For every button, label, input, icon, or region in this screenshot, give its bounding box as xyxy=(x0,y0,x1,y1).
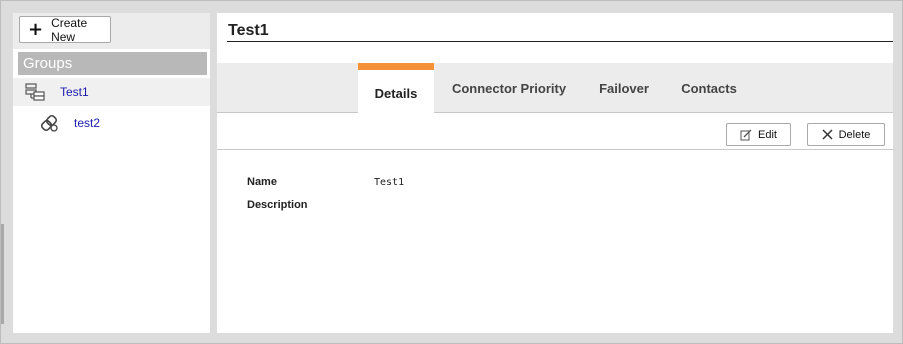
close-icon xyxy=(822,129,833,140)
page-title: Test1 xyxy=(228,22,269,39)
tab-bar: Details Connector Priority Failover Cont… xyxy=(217,63,893,114)
tree-item-test1[interactable]: Test1 xyxy=(13,78,210,106)
server-stack-icon xyxy=(24,81,46,103)
sidebar: + Create New Groups Test1 test2 xyxy=(13,13,210,333)
tab-connector-priority[interactable]: Connector Priority xyxy=(449,63,569,113)
main-panel: Test1 Details Connector Priority Failove… xyxy=(217,13,893,333)
tab-label: Connector Priority xyxy=(451,80,567,96)
name-label: Name xyxy=(247,176,277,188)
description-label: Description xyxy=(247,199,308,211)
app-window: + Create New Groups Test1 test2 Test1 De… xyxy=(0,0,903,344)
tab-details[interactable]: Details xyxy=(358,63,434,114)
sidebar-toolbar: + Create New xyxy=(13,13,210,49)
connector-group-icon xyxy=(38,112,60,134)
tree-item-label: Test1 xyxy=(60,85,89,99)
edit-icon xyxy=(740,129,752,141)
create-new-label: Create New xyxy=(51,15,88,44)
tab-failover[interactable]: Failover xyxy=(591,63,657,113)
tree-item-test2[interactable]: test2 xyxy=(13,109,210,137)
edit-button[interactable]: Edit xyxy=(726,123,791,146)
title-underline xyxy=(227,41,893,42)
tree-item-label: test2 xyxy=(74,116,101,130)
tab-label: Details xyxy=(374,86,418,101)
delete-button[interactable]: Delete xyxy=(807,123,885,146)
tab-label: Failover xyxy=(599,80,649,96)
left-scrollbar-edge[interactable] xyxy=(1,224,4,324)
toolbar-divider xyxy=(217,149,893,150)
groups-header: Groups xyxy=(18,52,207,75)
name-value: Test1 xyxy=(374,177,405,188)
edit-label: Edit xyxy=(758,128,777,141)
plus-icon: + xyxy=(28,18,44,40)
delete-label: Delete xyxy=(838,128,871,141)
tab-label: Contacts xyxy=(681,80,737,96)
tab-contacts[interactable]: Contacts xyxy=(674,63,744,113)
create-new-button[interactable]: + Create New xyxy=(19,15,111,44)
